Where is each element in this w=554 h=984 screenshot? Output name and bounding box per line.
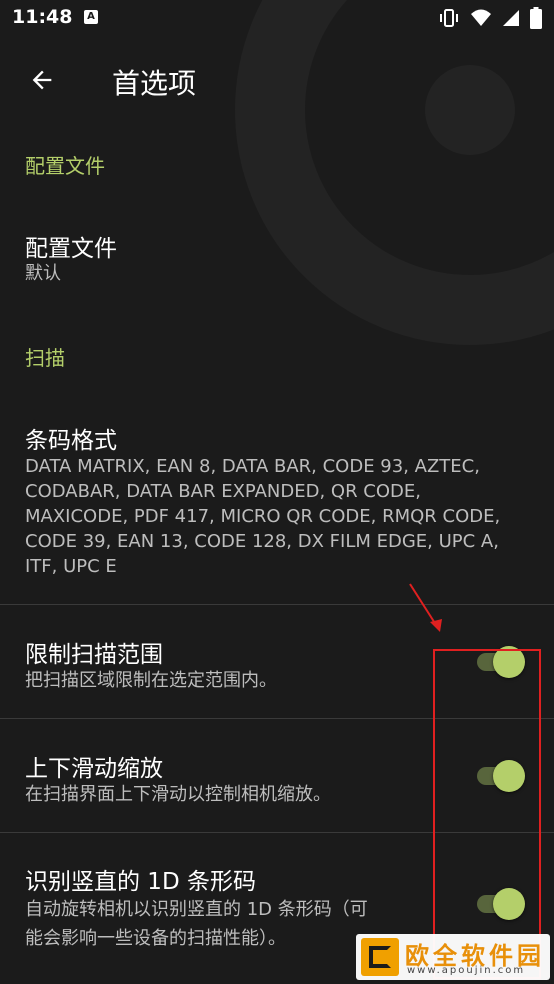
status-icons (438, 7, 542, 29)
wifi-icon (471, 9, 491, 26)
summary-line: MAXICODE, PDF 417, MICRO QR CODE, RMQR C… (25, 506, 501, 527)
divider (0, 832, 554, 833)
divider (0, 718, 554, 719)
pref-title: 识别竖直的 1D 条形码 (25, 869, 256, 895)
pref-summary: 默认 (25, 263, 61, 284)
annotation-arrow-icon (409, 583, 442, 632)
pref-title: 配置文件 (25, 236, 117, 262)
limit-scan-area-switch[interactable] (475, 645, 525, 679)
annotation-highlight-box (433, 649, 541, 979)
watermark: 欧全软件园 www.apoujin.com (356, 934, 550, 980)
arrow-back-icon (32, 70, 52, 90)
pref-title: 条码格式 (25, 428, 117, 454)
divider (0, 604, 554, 605)
switch-thumb (493, 888, 525, 920)
app-bar: 首选项 (0, 48, 554, 112)
vibrate-icon (440, 9, 458, 27)
status-bar: 11:48 A (0, 0, 554, 36)
pref-summary: DATA MATRIX, EAN 8, DATA BAR, CODE 93, A… (25, 454, 545, 579)
watermark-logo-mark (369, 946, 391, 968)
signal-icon (503, 10, 519, 26)
notification-icon: A (84, 10, 98, 24)
pref-summary: 自动旋转相机以识别竖直的 1D 条形码（可 能会影响一些设备的扫描性能）。 (25, 895, 368, 953)
summary-line: CODE 39, EAN 13, CODE 128, DX FILM EDGE,… (25, 531, 499, 552)
back-button[interactable] (22, 60, 62, 100)
swipe-zoom-switch[interactable] (475, 759, 525, 793)
battery-icon (530, 7, 542, 29)
pref-title: 限制扫描范围 (25, 642, 163, 668)
switch-thumb (493, 646, 525, 678)
pref-summary: 把扫描区域限制在选定范围内。 (25, 670, 277, 691)
category-profile: 配置文件 (25, 154, 105, 178)
switch-thumb (493, 760, 525, 792)
summary-line: ITF, UPC E (25, 556, 117, 577)
summary-line: DATA MATRIX, EAN 8, DATA BAR, CODE 93, A… (25, 456, 480, 477)
vertical-1d-barcode-switch[interactable] (475, 887, 525, 921)
summary-line: 自动旋转相机以识别竖直的 1D 条形码（可 (25, 899, 368, 920)
pref-title: 上下滑动缩放 (25, 756, 163, 782)
watermark-url: www.apoujin.com (407, 965, 526, 976)
page-title: 首选项 (112, 67, 197, 100)
watermark-logo-icon (361, 938, 399, 976)
summary-line: CODABAR, DATA BAR EXPANDED, QR CODE, (25, 481, 421, 502)
category-scan: 扫描 (25, 346, 65, 370)
summary-line: 能会影响一些设备的扫描性能）。 (25, 928, 286, 949)
pref-summary: 在扫描界面上下滑动以控制相机缩放。 (25, 784, 331, 805)
status-time: 11:48 (12, 6, 73, 28)
